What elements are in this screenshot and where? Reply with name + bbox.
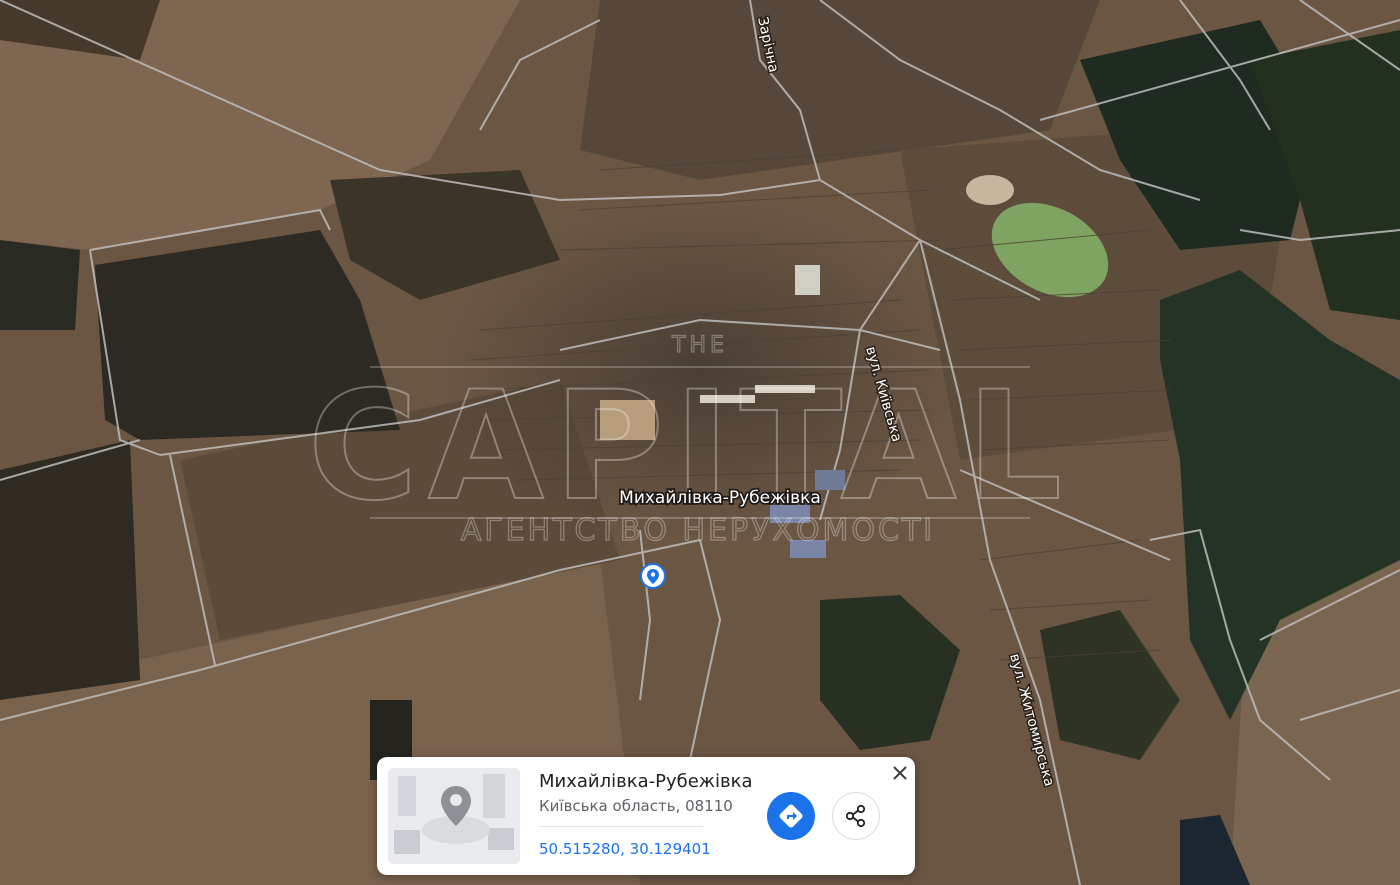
coordinates-link[interactable]: 50.515280, 30.129401 [539,840,711,858]
card-address: Київська область, 08110 [539,797,733,815]
share-button[interactable] [832,792,880,840]
close-icon [893,766,907,780]
directions-icon [779,804,803,828]
satellite-map[interactable]: THE CAPITAL АГЕНТСТВО НЕРУХОМОСТІ Зарічн… [0,0,1400,885]
place-info-card: Михайлівка-Рубежівка Київська область, 0… [377,757,915,875]
place-label: Михайлівка-Рубежівка [619,488,821,508]
location-pin-icon[interactable] [640,563,666,589]
watermark: THE CAPITAL АГЕНТСТВО НЕРУХОМОСТІ [307,332,1063,548]
share-icon [845,804,866,828]
directions-button[interactable] [767,792,815,840]
watermark-subtitle: АГЕНТСТВО НЕРУХОМОСТІ [461,513,935,548]
watermark-the: THE [671,333,728,358]
close-button[interactable] [889,762,911,784]
card-title: Михайлівка-Рубежівка [539,771,753,792]
divider [539,826,703,827]
place-thumbnail[interactable] [388,768,520,864]
